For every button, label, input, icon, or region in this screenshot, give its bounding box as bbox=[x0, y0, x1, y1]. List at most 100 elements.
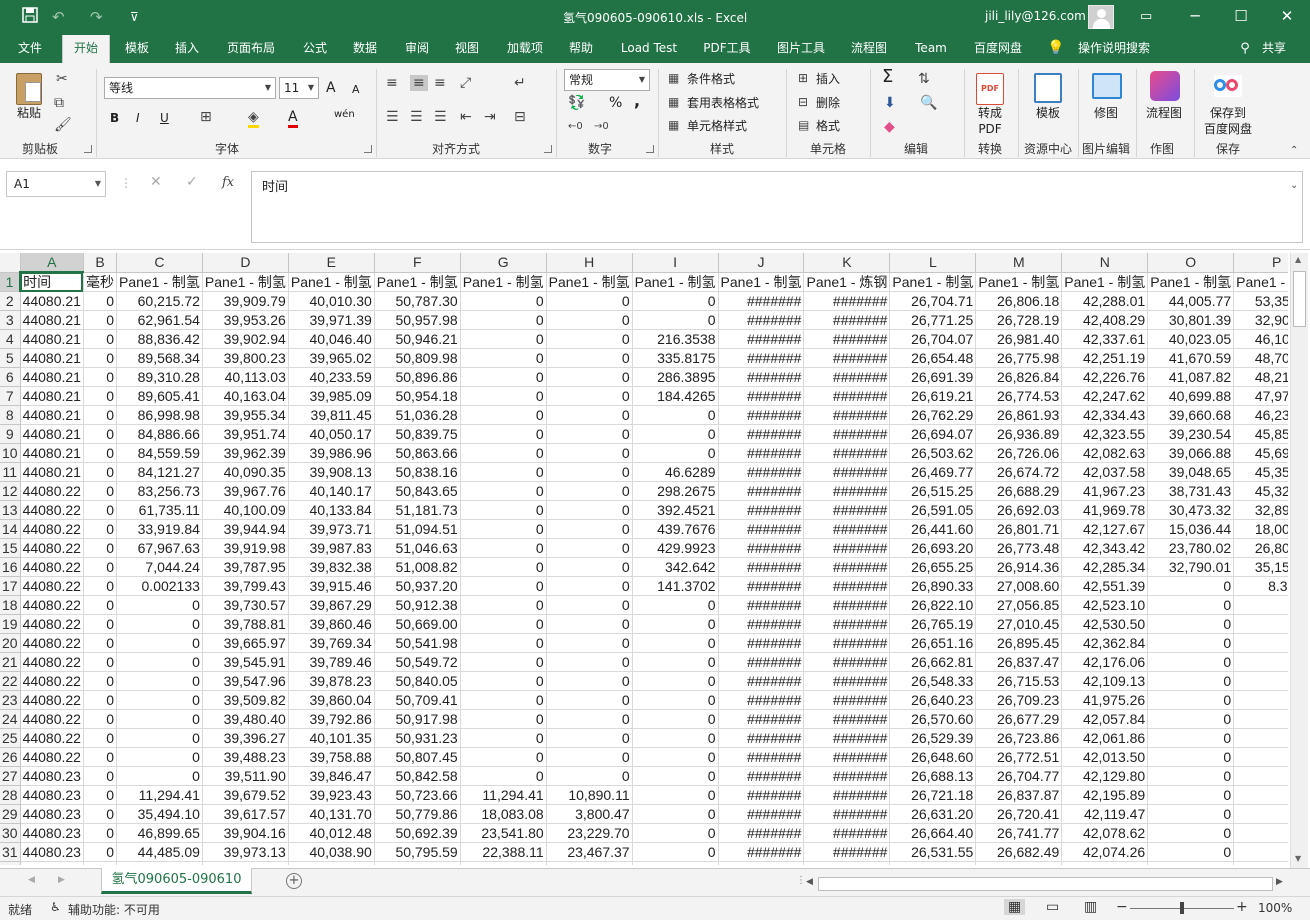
cell[interactable]: 40,090.35 bbox=[202, 462, 289, 482]
cell[interactable]: 0 bbox=[83, 652, 117, 672]
cell[interactable]: 26,774.53 bbox=[975, 386, 1063, 406]
cell[interactable]: 0 bbox=[546, 557, 633, 577]
cell[interactable]: 18,083.08 bbox=[460, 804, 547, 824]
cell[interactable]: Pane1 - 制氢 bbox=[1233, 272, 1288, 292]
tab-data[interactable]: 数据 bbox=[344, 35, 386, 63]
cell[interactable]: 0 bbox=[83, 804, 117, 824]
restore-button[interactable]: ☐ bbox=[1218, 0, 1264, 35]
cell[interactable]: 44080.22 bbox=[20, 538, 84, 558]
cell[interactable]: ####### bbox=[803, 671, 891, 691]
cell[interactable]: 30,473.32 bbox=[1147, 500, 1235, 520]
tab-home[interactable]: 开始 bbox=[62, 35, 110, 63]
tab-file[interactable]: 文件 bbox=[8, 35, 52, 63]
cell[interactable]: 0 bbox=[1147, 861, 1235, 865]
cell[interactable]: 0 bbox=[460, 747, 547, 767]
cell[interactable]: 0 bbox=[460, 576, 547, 596]
cell[interactable]: 44080.22 bbox=[20, 595, 84, 615]
cell[interactable]: 50,840.05 bbox=[374, 671, 461, 691]
cell[interactable]: 42,109.13 bbox=[1061, 671, 1149, 691]
row-header[interactable]: 13 bbox=[0, 500, 21, 520]
row-header[interactable]: 18 bbox=[0, 595, 21, 615]
cell[interactable]: 26,723.86 bbox=[975, 728, 1063, 748]
row-header[interactable]: 22 bbox=[0, 671, 21, 691]
cell[interactable]: ####### bbox=[803, 405, 891, 425]
cell[interactable]: 39,867.29 bbox=[288, 595, 375, 615]
tell-me-search[interactable]: 操作说明搜索 bbox=[1072, 35, 1156, 63]
cell[interactable]: 44080.22 bbox=[20, 633, 84, 653]
cell[interactable]: 39,758.88 bbox=[288, 747, 375, 767]
cell[interactable]: 44080.22 bbox=[20, 500, 84, 520]
cell[interactable]: 39,953.26 bbox=[202, 310, 289, 330]
cell[interactable]: 0 bbox=[83, 576, 117, 596]
cell[interactable]: 26,890.33 bbox=[889, 576, 977, 596]
phonetic-button[interactable]: wén bbox=[334, 107, 355, 123]
cell[interactable]: 26,692.03 bbox=[975, 500, 1063, 520]
cell[interactable]: 0 bbox=[83, 671, 117, 691]
cell[interactable]: 0 bbox=[546, 747, 633, 767]
cell[interactable]: 53,356.46 bbox=[1233, 291, 1288, 311]
cell[interactable]: 60,215.72 bbox=[116, 291, 203, 311]
cell[interactable]: Pane1 - 制氢 bbox=[374, 272, 461, 292]
column-header[interactable]: M bbox=[975, 253, 1063, 273]
cell[interactable]: 0 bbox=[632, 823, 719, 843]
cell[interactable]: 11,294.41 bbox=[460, 785, 547, 805]
cell[interactable]: 50,669.00 bbox=[374, 614, 461, 634]
cell[interactable]: 26,648.60 bbox=[889, 747, 977, 767]
cell[interactable]: 39,878.23 bbox=[288, 671, 375, 691]
row-header[interactable]: 9 bbox=[0, 424, 21, 444]
clear-icon[interactable]: ◆ bbox=[884, 119, 895, 135]
row-header[interactable]: 6 bbox=[0, 367, 21, 387]
cell[interactable]: 0 bbox=[632, 785, 719, 805]
normal-view-icon[interactable]: ▦ bbox=[1004, 899, 1026, 915]
cell[interactable]: 32,906.42 bbox=[1233, 310, 1288, 330]
cell[interactable]: ####### bbox=[803, 310, 891, 330]
cell[interactable]: 46,234.85 bbox=[1233, 405, 1288, 425]
cell[interactable]: ####### bbox=[803, 747, 891, 767]
cell[interactable]: 0 bbox=[1233, 614, 1288, 634]
cell[interactable]: 0 bbox=[632, 405, 719, 425]
cell[interactable]: 0 bbox=[1233, 804, 1288, 824]
font-launcher-icon[interactable] bbox=[364, 145, 372, 153]
cell[interactable]: ####### bbox=[803, 519, 891, 539]
cell[interactable]: 89,310.28 bbox=[116, 367, 203, 387]
cell[interactable]: 0 bbox=[632, 671, 719, 691]
cell[interactable]: 15,036.44 bbox=[1147, 519, 1235, 539]
cell[interactable]: 44,485.09 bbox=[116, 842, 203, 862]
cell[interactable]: 50,692.39 bbox=[374, 823, 461, 843]
tab-picture-tools[interactable]: 图片工具 bbox=[770, 35, 832, 63]
column-header[interactable]: E bbox=[288, 253, 375, 273]
cell[interactable]: 39,048.65 bbox=[1147, 462, 1235, 482]
cell[interactable]: 0 bbox=[546, 652, 633, 672]
row-header[interactable]: 10 bbox=[0, 443, 21, 463]
column-header[interactable]: O bbox=[1147, 253, 1235, 273]
cell[interactable]: ####### bbox=[718, 424, 805, 444]
cell[interactable]: 50,957.98 bbox=[374, 310, 461, 330]
cell[interactable]: 42,362.84 bbox=[1061, 633, 1149, 653]
cell[interactable]: ####### bbox=[803, 424, 891, 444]
cell[interactable]: 51,046.63 bbox=[374, 538, 461, 558]
cell[interactable]: 26,694.07 bbox=[889, 424, 977, 444]
cell[interactable]: 39,789.46 bbox=[288, 652, 375, 672]
cell[interactable]: 0 bbox=[546, 443, 633, 463]
cell[interactable]: 0 bbox=[116, 728, 203, 748]
align-right-icon[interactable]: ☰ bbox=[434, 109, 447, 125]
cell[interactable]: 39,846.47 bbox=[288, 766, 375, 786]
cell[interactable]: ####### bbox=[803, 538, 891, 558]
cell[interactable]: 41,969.78 bbox=[1061, 500, 1149, 520]
cell[interactable]: Pane1 - 制氢 bbox=[718, 272, 805, 292]
column-header[interactable]: F bbox=[374, 253, 461, 273]
cell[interactable]: 0 bbox=[116, 595, 203, 615]
cell[interactable]: 0 bbox=[83, 291, 117, 311]
share-button[interactable]: 共享 bbox=[1256, 35, 1292, 63]
cell[interactable]: 44080.22 bbox=[20, 519, 84, 539]
cell[interactable]: Pane1 - 制氢 bbox=[546, 272, 633, 292]
cell[interactable]: 40,163.04 bbox=[202, 386, 289, 406]
cell[interactable]: 0 bbox=[1233, 842, 1288, 862]
cell[interactable]: 26,914.36 bbox=[975, 557, 1063, 577]
cell[interactable]: ####### bbox=[718, 861, 805, 865]
cell[interactable]: 0 bbox=[116, 747, 203, 767]
cell[interactable]: 0 bbox=[632, 728, 719, 748]
cell[interactable]: 23,541.80 bbox=[460, 823, 547, 843]
tab-template[interactable]: 模板 bbox=[116, 35, 158, 63]
cell[interactable]: 22,211.16 bbox=[460, 861, 547, 865]
